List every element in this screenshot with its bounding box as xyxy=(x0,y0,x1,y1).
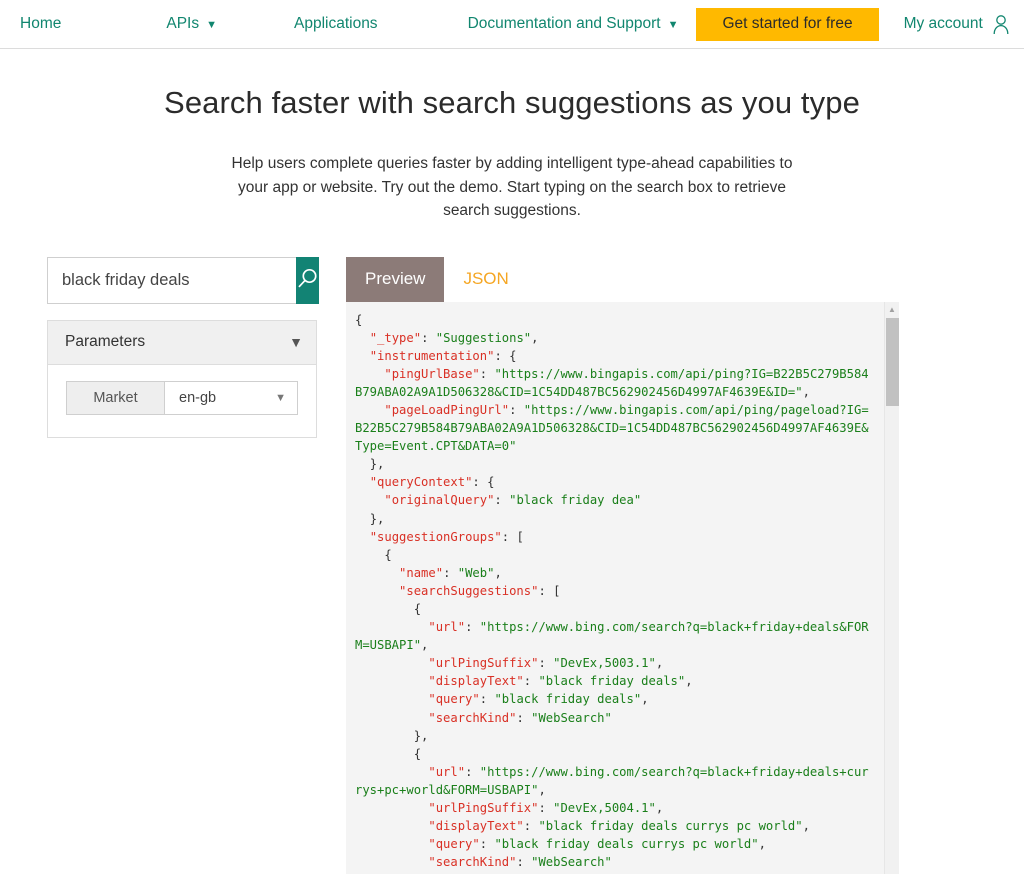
person-icon xyxy=(991,13,1011,35)
json-response-panel: { "_type": "Suggestions", "instrumentati… xyxy=(346,301,899,874)
parameters-title: Parameters xyxy=(65,333,146,350)
chevron-down-icon: ▼ xyxy=(667,18,679,31)
main-content: Parameters ▼ Market en-gb ▼ Preview JSON… xyxy=(0,256,1024,874)
parameter-label-market: Market xyxy=(67,381,165,414)
nav-item-apis-label: APIs xyxy=(166,15,200,32)
nav-item-documentation-and-support[interactable]: Documentation and Support ▼ xyxy=(468,0,679,48)
my-account-label: My account xyxy=(903,15,983,32)
top-navigation: Home APIs ▼ Applications Documentation a… xyxy=(0,0,1024,49)
result-tabs: Preview JSON xyxy=(346,256,1024,302)
my-account-link[interactable]: My account xyxy=(904,0,1011,48)
parameter-row-market: Market en-gb ▼ xyxy=(66,380,298,415)
nav-item-home-label: Home xyxy=(20,15,62,32)
chevron-up-icon[interactable]: ▲ xyxy=(885,301,899,317)
parameters-body: Market en-gb ▼ xyxy=(48,365,316,437)
results-column: Preview JSON { "_type": "Suggestions", "… xyxy=(346,256,1024,874)
nav-item-apis[interactable]: APIs ▼ xyxy=(166,0,217,48)
nav-item-applications-label: Applications xyxy=(293,15,378,32)
demo-controls-column: Parameters ▼ Market en-gb ▼ xyxy=(47,256,319,438)
nav-item-home[interactable]: Home xyxy=(20,0,61,48)
page-description: Help users complete queries faster by ad… xyxy=(231,155,793,219)
json-response-code: { "_type": "Suggestions", "instrumentati… xyxy=(355,312,869,874)
page-title: Search faster with search suggestions as… xyxy=(164,85,860,120)
market-select-value: en-gb xyxy=(179,389,217,406)
scrollbar-thumb[interactable] xyxy=(886,317,899,406)
parameters-panel: Parameters ▼ Market en-gb ▼ xyxy=(47,319,317,438)
tab-preview[interactable]: Preview xyxy=(346,256,445,302)
nav-item-applications[interactable]: Applications xyxy=(294,0,378,48)
parameters-header[interactable]: Parameters ▼ xyxy=(48,320,316,365)
chevron-down-icon: ▼ xyxy=(206,18,217,31)
search-icon xyxy=(296,267,319,293)
search-button[interactable] xyxy=(296,256,319,304)
json-scrollbar[interactable]: ▲ xyxy=(884,301,899,874)
search-input[interactable] xyxy=(47,256,296,304)
search-bar xyxy=(47,256,319,304)
get-started-button[interactable]: Get started for free xyxy=(696,7,879,41)
nav-item-documentation-label: Documentation and Support xyxy=(467,15,661,32)
hero-section: Search faster with search suggestions as… xyxy=(0,49,1024,223)
market-select[interactable]: en-gb ▼ xyxy=(165,381,297,414)
chevron-down-icon: ▼ xyxy=(275,391,286,404)
tab-json[interactable]: JSON xyxy=(444,257,527,302)
chevron-down-icon[interactable]: ▼ xyxy=(289,335,303,349)
